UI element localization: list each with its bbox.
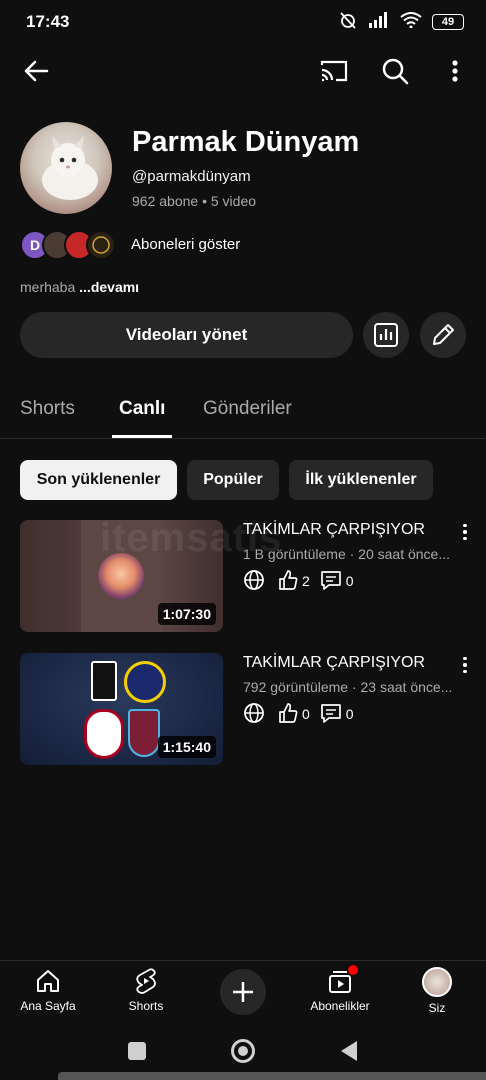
- show-subscribers-link[interactable]: Aboneleri göster: [131, 236, 240, 253]
- comment-count: 0: [345, 573, 354, 589]
- subscriber-avatar: [86, 230, 116, 260]
- plus-icon: [233, 982, 253, 1002]
- home-icon: [37, 970, 59, 992]
- nav-you-label: Siz: [428, 1001, 446, 1015]
- subscriber-avatars[interactable]: D: [20, 229, 116, 261]
- home-system-button[interactable]: [231, 1039, 255, 1063]
- team-logo-galatasaray: [84, 709, 124, 759]
- wifi-icon: [400, 11, 422, 33]
- channel-description[interactable]: merhaba ...devamı: [20, 279, 139, 295]
- chip-popular[interactable]: Popüler: [187, 460, 279, 500]
- nav-you[interactable]: Siz: [392, 967, 482, 1015]
- battery-indicator: 49: [432, 14, 464, 30]
- chip-latest[interactable]: Son yüklenenler: [20, 460, 177, 500]
- channel-tabs: Shorts Canlı Gönderiler: [0, 380, 486, 439]
- badge-icon: [92, 236, 110, 254]
- cast-icon: [320, 60, 348, 82]
- video-stats: 0 0: [243, 702, 354, 726]
- description-text: merhaba: [20, 279, 76, 295]
- comment-count: 0: [345, 706, 354, 722]
- team-logo-trabzonspor: [128, 709, 160, 757]
- search-button[interactable]: [377, 54, 413, 88]
- channel-handle: @parmakdünyam: [132, 168, 251, 185]
- like-icon: [277, 569, 299, 594]
- more-vert-icon: [452, 60, 458, 82]
- back-system-button[interactable]: [340, 1040, 358, 1067]
- cast-button[interactable]: [316, 54, 352, 88]
- tab-live[interactable]: Canlı: [119, 398, 165, 420]
- home-dot-icon: [238, 1046, 248, 1056]
- subscriptions-icon-wrap: [326, 965, 358, 995]
- pencil-icon: [433, 324, 454, 345]
- create-button[interactable]: [220, 969, 266, 1015]
- nav-shorts-label: Shorts: [128, 999, 164, 1013]
- video-meta: 792 görüntüleme · 23 saat önce...: [243, 679, 453, 695]
- active-tab-indicator: [112, 435, 172, 438]
- subscriber-count: 962 abone: [132, 193, 199, 209]
- back-arrow-icon: [24, 60, 49, 82]
- nav-shorts[interactable]: Shorts: [101, 967, 191, 1013]
- recents-button[interactable]: [128, 1042, 146, 1060]
- shorts-icon: [136, 968, 156, 994]
- manage-videos-button[interactable]: Videoları yönet: [20, 312, 353, 358]
- cat-avatar-image: [42, 136, 98, 200]
- chip-oldest[interactable]: İlk yüklenenler: [289, 460, 433, 500]
- cellular-signal-icon: [368, 11, 390, 33]
- edit-channel-button[interactable]: [420, 312, 466, 358]
- alarm-muted-icon: [338, 10, 358, 35]
- channel-meta: 962 abone • 5 video: [132, 193, 256, 209]
- status-bar: 17:43 49: [0, 0, 486, 44]
- comment-icon: [320, 569, 342, 594]
- like-icon: [277, 702, 299, 727]
- meta-separator: •: [202, 193, 207, 209]
- triangle-back-icon: [341, 1041, 357, 1061]
- watermark-text: itemsatis: [100, 516, 283, 560]
- notification-dot: [348, 965, 358, 975]
- gesture-bar: [58, 1072, 486, 1080]
- video-duration: 1:07:30: [157, 603, 216, 625]
- like-count: 2: [302, 573, 310, 589]
- team-logo-besiktas: [91, 661, 117, 701]
- back-button[interactable]: [18, 54, 54, 88]
- like-count: 0: [302, 706, 310, 722]
- status-icons: 49: [338, 10, 464, 35]
- video-thumbnail[interactable]: 1:15:40: [20, 653, 223, 765]
- nav-subscriptions[interactable]: Abonelikler: [295, 965, 385, 1013]
- team-logo-fenerbahce: [124, 661, 166, 703]
- nav-home[interactable]: Ana Sayfa: [3, 967, 93, 1013]
- analytics-button[interactable]: [363, 312, 409, 358]
- public-globe-icon: [243, 569, 265, 594]
- search-icon: [382, 58, 409, 85]
- video-menu-button[interactable]: [462, 524, 468, 540]
- video-duration: 1:15:40: [157, 736, 216, 758]
- video-count: 5 video: [210, 193, 257, 209]
- nav-home-label: Ana Sayfa: [20, 999, 76, 1013]
- more-options-button[interactable]: [440, 54, 470, 88]
- profile-avatar: [422, 967, 452, 997]
- nav-subscriptions-label: Abonelikler: [310, 999, 370, 1013]
- video-menu-button[interactable]: [462, 657, 468, 673]
- channel-name: Parmak Dünyam: [132, 126, 360, 158]
- comment-icon: [320, 702, 342, 727]
- video-stats: 2 0: [243, 569, 354, 593]
- tab-shorts[interactable]: Shorts: [20, 398, 75, 420]
- video-title[interactable]: TAKİMLAR ÇARPIŞIYOR: [243, 654, 425, 672]
- tab-posts[interactable]: Gönderiler: [203, 398, 292, 420]
- description-more[interactable]: ...devamı: [79, 279, 139, 295]
- channel-avatar[interactable]: [20, 122, 112, 214]
- analytics-icon: [374, 323, 398, 347]
- status-time: 17:43: [26, 12, 70, 31]
- public-globe-icon: [243, 702, 265, 727]
